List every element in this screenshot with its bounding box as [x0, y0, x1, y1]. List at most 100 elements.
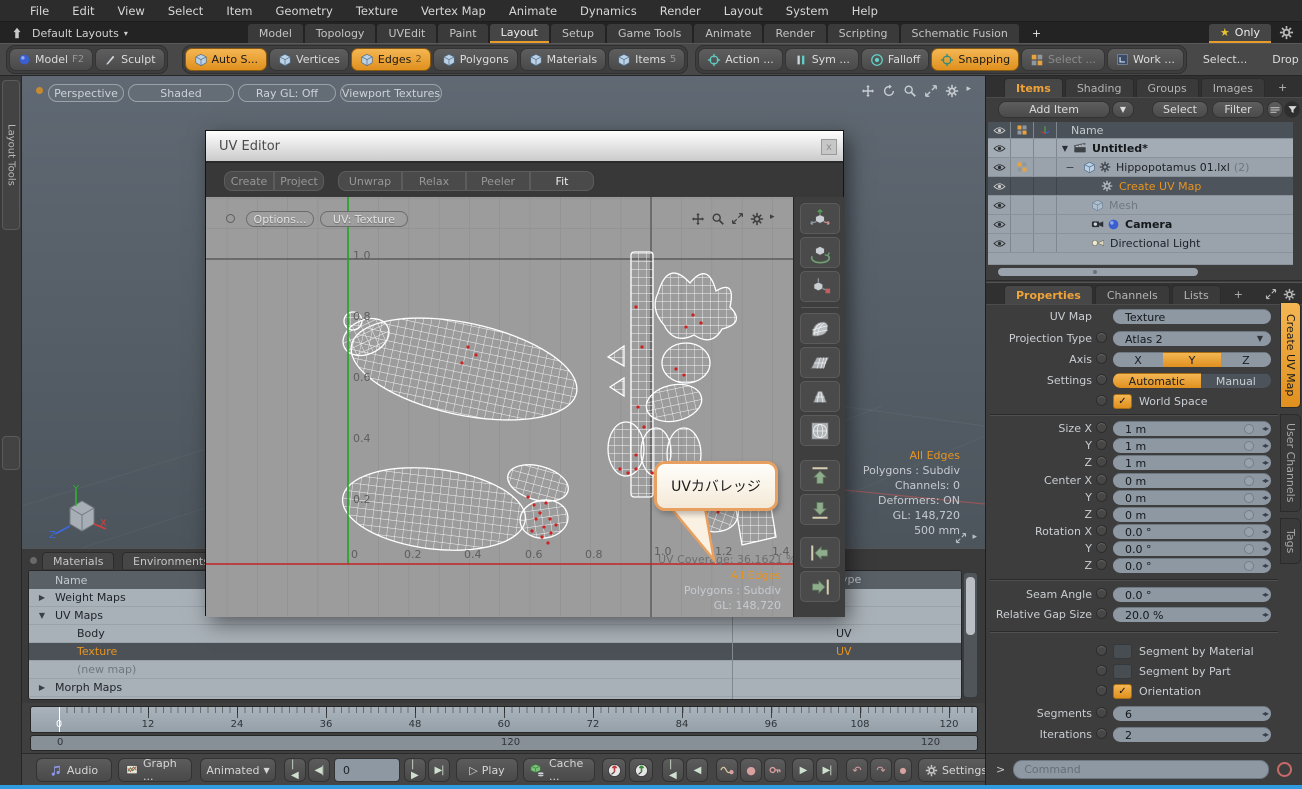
uv-editor-window[interactable]: UV Editor x Create Project Unwrap Relax … [205, 130, 844, 616]
tree-branch-icon[interactable]: − [1057, 161, 1083, 174]
uv-shift-down-button[interactable] [800, 494, 840, 525]
key-button[interactable] [764, 758, 786, 782]
prev-key-button[interactable]: |◀ [662, 758, 684, 782]
add-item-button[interactable]: Add Item [998, 101, 1110, 118]
size-z-field[interactable]: 1 m◂▸ [1113, 455, 1271, 470]
record-button[interactable]: ● [740, 758, 762, 782]
tab-model[interactable]: Model [248, 24, 303, 43]
menu-system[interactable]: System [786, 4, 829, 18]
eye-icon[interactable] [993, 220, 1006, 229]
item-row-directional-light[interactable]: Directional Light [988, 234, 1293, 253]
rotate-icon[interactable] [882, 84, 896, 98]
uv-peeler-button[interactable]: Peeler [466, 171, 530, 191]
menu-view[interactable]: View [118, 4, 145, 18]
uv-fit-button[interactable]: Fit [530, 171, 594, 191]
viewport-textures-button[interactable]: Viewport Textures [340, 84, 442, 102]
side-tab-user-channels[interactable]: User Channels [1280, 414, 1301, 512]
uv-projection-button[interactable] [800, 381, 840, 412]
axis-z-button[interactable]: Z [1221, 352, 1271, 367]
menu-select[interactable]: Select [168, 4, 203, 18]
history-button[interactable]: ● [894, 758, 912, 782]
undo-button[interactable]: ↶ [846, 758, 868, 782]
snapping-button[interactable]: Snapping [931, 48, 1019, 71]
uv-project-button[interactable]: Project [274, 171, 324, 191]
rotation-x-field[interactable]: 0.0 °◂▸ [1113, 524, 1271, 539]
gear-icon[interactable] [750, 212, 764, 226]
settings-automatic-button[interactable]: Automatic [1113, 373, 1201, 388]
segment-by-material-checkbox[interactable] [1113, 644, 1132, 659]
tab-topology[interactable]: Topology [305, 24, 376, 43]
audio-button[interactable]: Audio [36, 758, 112, 782]
uv-relax-button[interactable]: Relax [402, 171, 466, 191]
center-z-field[interactable]: 0 m◂▸ [1113, 507, 1271, 522]
filter-funnel-button[interactable] [1284, 101, 1300, 118]
edges-button[interactable]: Edges2 [351, 48, 431, 71]
uv-map-selector[interactable]: UV: Texture [320, 211, 408, 227]
raygl-selector[interactable]: Ray GL: Off [238, 84, 336, 102]
tab-images[interactable]: Images [1201, 78, 1265, 97]
prev-frame-key-button[interactable]: ◀ [686, 758, 708, 782]
uv-scale-tool-button[interactable] [800, 271, 840, 302]
redo-button[interactable]: ↷ [870, 758, 892, 782]
go-end-button[interactable]: ▶| [428, 758, 450, 782]
close-icon[interactable]: x [821, 139, 837, 155]
only-toggle[interactable]: ★Only [1209, 24, 1271, 43]
menu-render[interactable]: Render [660, 4, 701, 18]
uv-map-field[interactable]: Texture [1113, 309, 1271, 324]
menu-edit[interactable]: Edit [72, 4, 94, 18]
axis-y-button[interactable]: Y [1163, 352, 1221, 367]
go-start-button[interactable]: |◀ [284, 758, 306, 782]
add-item-dropdown[interactable]: ▼ [1112, 101, 1134, 118]
expand-icon[interactable] [1265, 288, 1277, 300]
tab-layout[interactable]: Layout [490, 24, 549, 43]
uv-shift-right-button[interactable] [800, 571, 840, 602]
gap-size-field[interactable]: 20.0 %◂▸ [1113, 607, 1271, 622]
segments-field[interactable]: 6◂▸ [1113, 706, 1271, 721]
next-frame-key-button[interactable]: ▶ [792, 758, 814, 782]
tab-items[interactable]: Items [1004, 78, 1063, 97]
materials-button[interactable]: Materials [520, 48, 606, 71]
model-mode-button[interactable]: ModelF2 [9, 48, 93, 71]
step-forward-button[interactable]: |▶ [404, 758, 426, 782]
playhead[interactable] [59, 707, 60, 732]
size-y-field[interactable]: 1 m◂▸ [1113, 438, 1271, 453]
eye-icon[interactable] [993, 201, 1006, 210]
item-row-hippopotamus[interactable]: − Hippopotamus 01.lxl (2) [988, 158, 1293, 177]
menu-animate[interactable]: Animate [509, 4, 557, 18]
iterations-field[interactable]: 2◂▸ [1113, 727, 1271, 742]
axis-x-button[interactable]: X [1113, 352, 1163, 367]
item-row-mesh[interactable]: Mesh [988, 196, 1293, 215]
settings-manual-button[interactable]: Manual [1201, 373, 1271, 388]
tab-setup[interactable]: Setup [551, 24, 605, 43]
uv-unwrap-view-button[interactable] [800, 313, 840, 344]
menu-file[interactable]: File [30, 4, 49, 18]
eye-icon[interactable] [993, 239, 1006, 248]
tab-properties[interactable]: Properties [1004, 285, 1093, 304]
items-button[interactable]: Items5 [608, 48, 685, 71]
tab-shading[interactable]: Shading [1065, 78, 1134, 97]
camera-selector[interactable]: Perspective [48, 84, 124, 102]
panel-arrow-icon[interactable]: ▸ [966, 84, 971, 98]
uv-editor-titlebar[interactable]: UV Editor [206, 131, 843, 163]
polygons-button[interactable]: Polygons [433, 48, 518, 71]
eye-icon[interactable] [993, 144, 1006, 153]
autokey-wave-button[interactable] [716, 758, 738, 782]
command-input[interactable] [1013, 760, 1269, 779]
uv-planar-button[interactable] [800, 347, 840, 378]
select-through-button[interactable]: Select ... [1021, 48, 1105, 71]
expand-icon[interactable] [955, 532, 967, 544]
tab-game-tools[interactable]: Game Tools [607, 24, 692, 43]
uv-canvas[interactable]: 1.0 0.8 0.6 0.4 0.2 0 0.2 0.4 0.6 0.8 1.… [206, 197, 845, 617]
pan-icon[interactable] [691, 212, 705, 226]
seam-angle-field[interactable]: 0.0 °◂▸ [1113, 587, 1271, 602]
graph-editor-button[interactable]: Graph ... [118, 758, 192, 782]
menu-item[interactable]: Item [226, 4, 252, 18]
scrollbar-thumb[interactable] [966, 577, 975, 635]
next-key-button[interactable]: ▶| [816, 758, 838, 782]
settings-button[interactable]: Settings [918, 758, 994, 782]
menu-texture[interactable]: Texture [356, 4, 398, 18]
eye-icon[interactable] [993, 163, 1006, 172]
viewport-state-dot[interactable] [36, 87, 43, 94]
center-x-field[interactable]: 0 m◂▸ [1113, 473, 1271, 488]
uv-move-tool-button[interactable] [800, 203, 840, 234]
